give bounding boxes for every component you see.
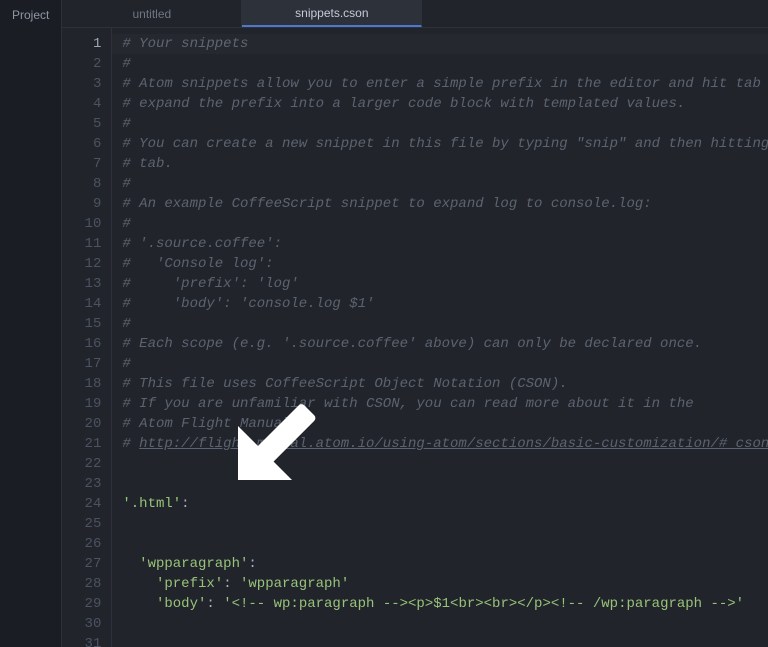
code-line[interactable]: '.html': xyxy=(122,494,768,514)
line-number: 10 xyxy=(62,214,101,234)
line-number-gutter: 1234567891011121314151617181920212223242… xyxy=(62,28,112,647)
code-line[interactable] xyxy=(122,534,768,554)
line-number: 22 xyxy=(62,454,101,474)
tab-untitled[interactable]: untitled xyxy=(62,0,242,27)
line-number: 3 xyxy=(62,74,101,94)
code-line[interactable]: # xyxy=(122,354,768,374)
line-number: 7 xyxy=(62,154,101,174)
code-line[interactable]: # tab. xyxy=(122,154,768,174)
line-number: 19 xyxy=(62,394,101,414)
code-line[interactable]: 'prefix': 'wpparagraph' xyxy=(122,574,768,594)
line-number: 4 xyxy=(62,94,101,114)
code-line[interactable]: # expand the prefix into a larger code b… xyxy=(122,94,768,114)
code-line[interactable]: # xyxy=(122,54,768,74)
code-line[interactable]: # 'prefix': 'log' xyxy=(122,274,768,294)
code-line[interactable] xyxy=(122,634,768,647)
tab-snippets-cson[interactable]: snippets.cson xyxy=(242,0,422,27)
code-line[interactable]: 'body': '<!-- wp:paragraph --><p>$1<br><… xyxy=(122,594,768,614)
code-line[interactable] xyxy=(122,514,768,534)
line-number: 8 xyxy=(62,174,101,194)
code-area[interactable]: # Your snippets## Atom snippets allow yo… xyxy=(112,28,768,647)
code-line[interactable] xyxy=(122,614,768,634)
line-number: 12 xyxy=(62,254,101,274)
line-number: 5 xyxy=(62,114,101,134)
code-line[interactable]: # This file uses CoffeeScript Object Not… xyxy=(122,374,768,394)
tab-label: untitled xyxy=(133,7,172,21)
code-line[interactable]: # xyxy=(122,174,768,194)
line-number: 20 xyxy=(62,414,101,434)
code-line[interactable]: # Atom snippets allow you to enter a sim… xyxy=(122,74,768,94)
code-line[interactable]: # xyxy=(122,214,768,234)
line-number: 28 xyxy=(62,574,101,594)
code-line[interactable]: # 'body': 'console.log $1' xyxy=(122,294,768,314)
line-number: 26 xyxy=(62,534,101,554)
code-line[interactable] xyxy=(122,454,768,474)
line-number: 15 xyxy=(62,314,101,334)
doc-link[interactable]: http://flight-manual.atom.io/using-atom/… xyxy=(139,436,768,452)
line-number: 21 xyxy=(62,434,101,454)
line-number: 25 xyxy=(62,514,101,534)
line-number: 16 xyxy=(62,334,101,354)
line-number: 13 xyxy=(62,274,101,294)
tab-bar: untitled snippets.cson xyxy=(62,0,768,28)
code-line[interactable]: # http://flight-manual.atom.io/using-ato… xyxy=(122,434,768,454)
line-number: 1 xyxy=(62,34,101,54)
line-number: 23 xyxy=(62,474,101,494)
code-line[interactable]: # If you are unfamiliar with CSON, you c… xyxy=(122,394,768,414)
line-number: 29 xyxy=(62,594,101,614)
line-number: 18 xyxy=(62,374,101,394)
line-number: 30 xyxy=(62,614,101,634)
line-number: 17 xyxy=(62,354,101,374)
tab-label: snippets.cson xyxy=(295,6,368,20)
code-line[interactable]: # xyxy=(122,114,768,134)
line-number: 6 xyxy=(62,134,101,154)
code-line[interactable]: # You can create a new snippet in this f… xyxy=(122,134,768,154)
code-line[interactable]: # '.source.coffee': xyxy=(122,234,768,254)
code-editor[interactable]: 1234567891011121314151617181920212223242… xyxy=(62,28,768,647)
line-number: 14 xyxy=(62,294,101,314)
line-number: 27 xyxy=(62,554,101,574)
code-line[interactable] xyxy=(122,474,768,494)
project-sidebar[interactable]: Project xyxy=(0,0,62,647)
line-number: 31 xyxy=(62,634,101,647)
code-line[interactable]: # Atom Flight Manual: xyxy=(122,414,768,434)
project-label: Project xyxy=(12,8,49,22)
line-number: 2 xyxy=(62,54,101,74)
code-line[interactable]: # xyxy=(122,314,768,334)
code-line[interactable]: # 'Console log': xyxy=(122,254,768,274)
code-line[interactable]: # Each scope (e.g. '.source.coffee' abov… xyxy=(122,334,768,354)
line-number: 24 xyxy=(62,494,101,514)
line-number: 11 xyxy=(62,234,101,254)
line-number: 9 xyxy=(62,194,101,214)
code-line[interactable]: # An example CoffeeScript snippet to exp… xyxy=(122,194,768,214)
code-line[interactable]: 'wpparagraph': xyxy=(122,554,768,574)
